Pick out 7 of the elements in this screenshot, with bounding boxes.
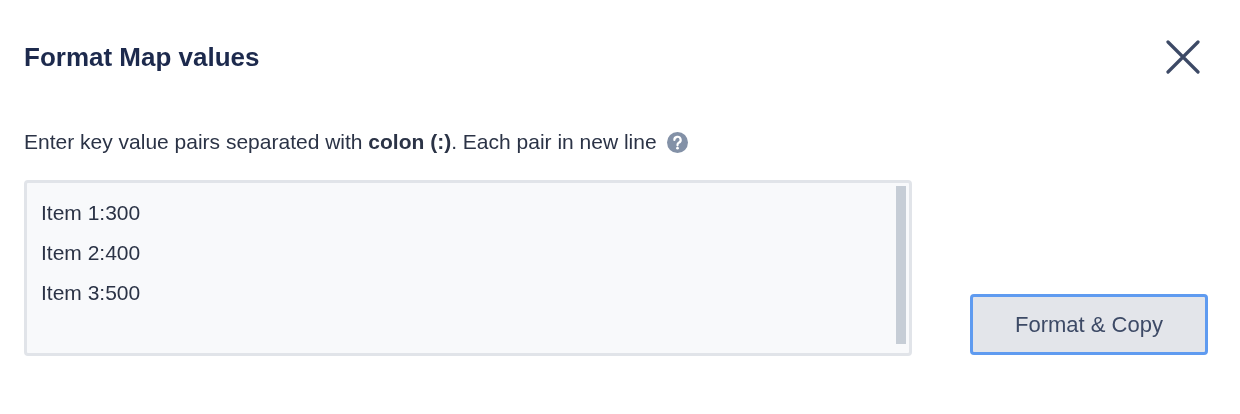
text-area-field[interactable]: Item 1:300 Item 2:400 Item 3:500: [24, 180, 912, 356]
close-icon[interactable]: [1166, 40, 1200, 74]
dialog-title: Format Map values: [24, 41, 260, 73]
format-copy-button[interactable]: Format & Copy: [970, 294, 1208, 355]
help-icon[interactable]: [666, 131, 688, 153]
scrollbar[interactable]: [896, 186, 906, 344]
instruction-text: Enter key value pairs separated with colon (:). Each pair in new line: [24, 130, 657, 154]
